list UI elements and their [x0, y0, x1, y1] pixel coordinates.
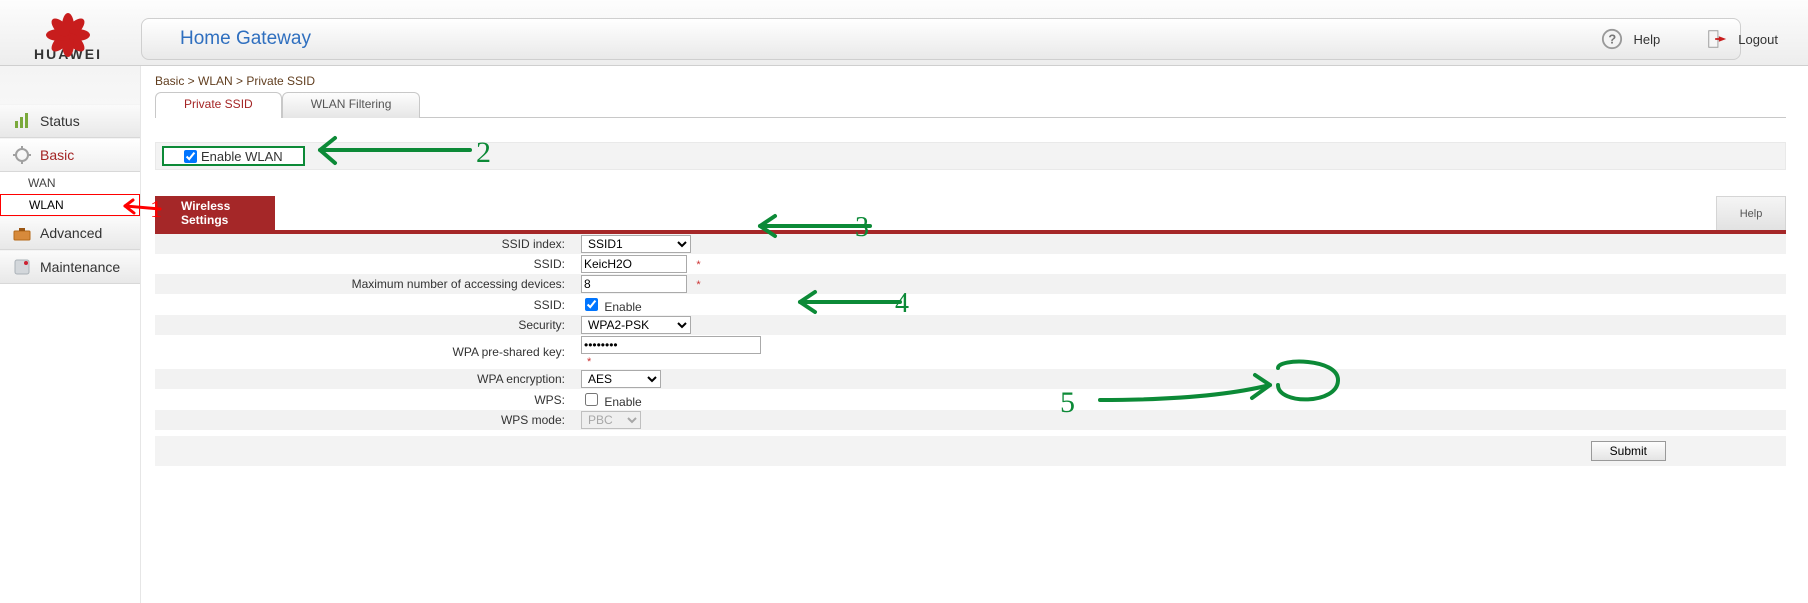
- label-security: Security:: [155, 315, 575, 335]
- ssid-index-select[interactable]: SSID1: [581, 235, 691, 253]
- enable-wlan-checkbox[interactable]: [184, 150, 197, 163]
- label-ssid-enable: SSID:: [155, 294, 575, 315]
- toolbox-icon: [12, 223, 32, 243]
- tab-label-private: Private SSID: [184, 97, 253, 111]
- page-title: Home Gateway: [180, 28, 311, 50]
- submit-label: Submit: [1610, 444, 1647, 458]
- wps-checkbox[interactable]: [585, 393, 598, 406]
- huawei-icon: [38, 4, 98, 44]
- tab-bar: Private SSID WLAN Filtering: [155, 92, 1792, 118]
- submit-row: Submit: [155, 436, 1786, 466]
- max-devices-input[interactable]: [581, 275, 687, 293]
- label-ssid-index: SSID index:: [155, 234, 575, 254]
- logout-label: Logout: [1738, 32, 1778, 47]
- help-label: Help: [1633, 32, 1660, 47]
- settings-form: SSID index: SSID1 SSID: * Maximum number…: [155, 234, 1786, 430]
- ssid-enable-checkbox[interactable]: [585, 298, 598, 311]
- help-link[interactable]: ? Help: [1601, 28, 1660, 50]
- sidebar-item-status[interactable]: Status: [0, 104, 140, 138]
- sidebar-item-maintenance[interactable]: Maintenance: [0, 250, 140, 284]
- sidebar-label-basic: Basic: [40, 147, 74, 163]
- psk-input[interactable]: [581, 336, 761, 354]
- encryption-select[interactable]: AES: [581, 370, 661, 388]
- title-card: Home Gateway: [141, 18, 1741, 60]
- sidebar-subitem-wan[interactable]: WAN: [0, 172, 140, 194]
- security-select[interactable]: WPA2-PSK: [581, 316, 691, 334]
- breadcrumb: Basic > WLAN > Private SSID: [155, 74, 1792, 88]
- sidebar-subitem-wlan[interactable]: WLAN: [0, 194, 140, 216]
- brand-logo: HUAWEI: [8, 4, 128, 62]
- panel-help-button[interactable]: Help: [1716, 196, 1786, 230]
- required-mark: *: [587, 356, 591, 368]
- sidebar-label-maintenance: Maintenance: [40, 259, 120, 275]
- logout-link[interactable]: Logout: [1706, 28, 1778, 50]
- label-ssid: SSID:: [155, 254, 575, 274]
- sidebar-label-status: Status: [40, 113, 80, 129]
- main-area: Basic > WLAN > Private SSID Private SSID…: [141, 66, 1808, 603]
- ssid-enable-text: Enable: [604, 300, 641, 314]
- sidebar-item-basic[interactable]: Basic: [0, 138, 140, 172]
- enable-wlan-row: Enable WLAN: [155, 142, 1786, 170]
- required-mark: *: [696, 259, 700, 271]
- required-mark: *: [696, 279, 700, 291]
- panel-help-label: Help: [1740, 208, 1763, 220]
- logout-icon: [1706, 28, 1728, 50]
- header-links: ? Help Logout: [1601, 28, 1778, 50]
- label-psk: WPA pre-shared key:: [155, 335, 575, 369]
- wireless-settings-panel: Wireless Settings Help SSID index: SSID1…: [155, 196, 1786, 430]
- sidebar-label-advanced: Advanced: [40, 225, 102, 241]
- label-encryption: WPA encryption:: [155, 369, 575, 389]
- panel-title: Wireless Settings: [155, 196, 275, 230]
- tab-wlan-filtering[interactable]: WLAN Filtering: [282, 92, 421, 118]
- maintenance-icon: [12, 257, 32, 277]
- sidebar: Status Basic WAN WLAN Advanced Maintenan…: [0, 66, 141, 603]
- wps-text: Enable: [604, 395, 641, 409]
- sidebar-item-advanced[interactable]: Advanced: [0, 216, 140, 250]
- gear-icon: [12, 145, 32, 165]
- help-icon: ?: [1601, 28, 1623, 50]
- tab-private-ssid[interactable]: Private SSID: [155, 92, 282, 118]
- svg-text:?: ?: [1609, 32, 1617, 47]
- enable-wlan-label: Enable WLAN: [201, 149, 283, 164]
- enable-wlan-box[interactable]: Enable WLAN: [162, 146, 305, 166]
- label-wps: WPS:: [155, 389, 575, 410]
- sidebar-sublabel-wlan: WLAN: [29, 198, 64, 212]
- label-max-devices: Maximum number of accessing devices:: [155, 274, 575, 294]
- status-icon: [12, 111, 32, 131]
- label-wps-mode: WPS mode:: [155, 410, 575, 430]
- wps-mode-select: PBC: [581, 411, 641, 429]
- sidebar-sublabel-wan: WAN: [28, 176, 56, 190]
- ssid-input[interactable]: [581, 255, 687, 273]
- header-bar: HUAWEI Home Gateway ? Help Logout: [0, 0, 1808, 66]
- tab-label-filter: WLAN Filtering: [311, 97, 392, 111]
- submit-button[interactable]: Submit: [1591, 441, 1666, 461]
